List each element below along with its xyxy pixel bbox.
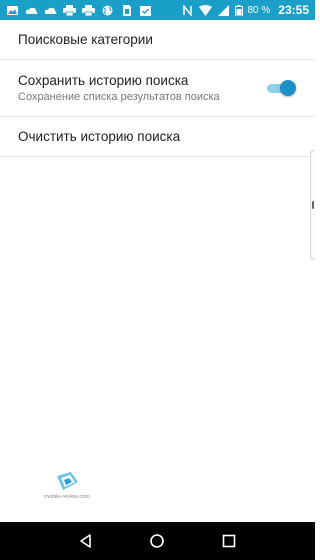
watermark: mobile-review.com — [42, 470, 92, 504]
search-settings-list: Поисковые категории Сохранить историю по… — [0, 20, 315, 157]
status-bar: 80 % 23:55 — [0, 0, 315, 20]
recents-button[interactable] — [218, 530, 240, 552]
printer-icon — [82, 4, 95, 16]
image-icon — [6, 5, 19, 16]
save-history-toggle[interactable] — [266, 80, 296, 96]
setting-title: Сохранить историю поиска — [18, 73, 189, 88]
status-bar-system: 80 % 23:55 — [181, 3, 309, 17]
signal-icon — [217, 4, 230, 16]
setting-text: Сохранить историю поиска Сохранение спис… — [18, 72, 266, 104]
setting-text: Поисковые категории — [18, 31, 297, 48]
sim-card-icon — [120, 4, 133, 16]
watermark-text: mobile-review.com — [44, 494, 90, 500]
setting-save-history[interactable]: Сохранить историю поиска Сохранение спис… — [0, 60, 315, 117]
cloud-icon — [44, 5, 57, 16]
battery-icon — [234, 4, 243, 16]
setting-title: Очистить историю поиска — [18, 129, 181, 144]
home-icon — [150, 534, 165, 548]
setting-clear-history[interactable]: Очистить историю поиска — [0, 117, 315, 157]
nfc-icon — [181, 4, 194, 16]
back-button[interactable] — [75, 530, 97, 552]
setting-title: Поисковые категории — [18, 32, 153, 47]
cloud-icon — [25, 5, 38, 16]
toggle-thumb — [280, 80, 296, 96]
edge-panel-handle[interactable] — [310, 150, 315, 260]
screen: 80 % 23:55 Поисковые категории Сохранить… — [0, 0, 315, 560]
globe-icon — [101, 5, 114, 16]
setting-text: Очистить историю поиска — [18, 128, 297, 145]
setting-subtitle: Сохранение списка результатов поиска — [18, 91, 220, 103]
home-button[interactable] — [146, 530, 168, 552]
battery-percent: 80 % — [247, 4, 271, 16]
calendar-check-icon — [139, 5, 152, 16]
setting-search-categories[interactable]: Поисковые категории — [0, 20, 315, 60]
clock: 23:55 — [278, 3, 309, 17]
handle-grip — [312, 201, 314, 209]
printer-icon — [63, 4, 76, 16]
watermark-logo — [57, 472, 78, 490]
status-bar-notifications — [6, 4, 181, 16]
navigation-bar — [0, 522, 315, 560]
recents-icon — [222, 534, 236, 548]
back-icon — [80, 534, 91, 548]
wifi-icon — [198, 4, 212, 16]
